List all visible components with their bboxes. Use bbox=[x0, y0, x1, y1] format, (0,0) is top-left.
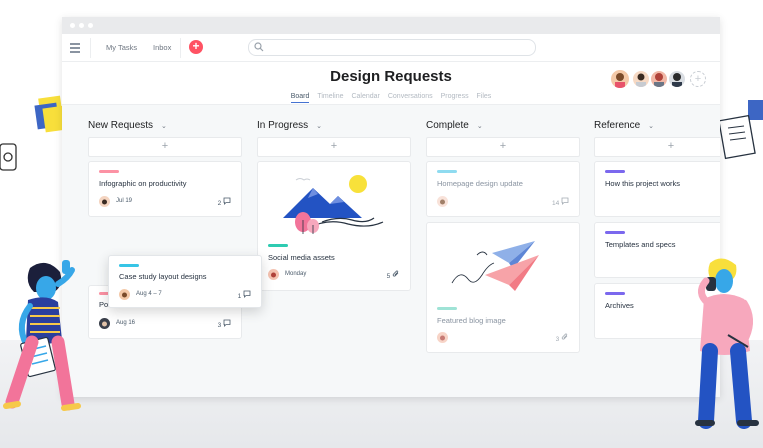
nav-inbox[interactable]: Inbox bbox=[153, 43, 171, 52]
task-card[interactable]: How this project works bbox=[594, 161, 720, 217]
clipboard-decoration bbox=[718, 100, 763, 160]
comment-icon bbox=[223, 197, 231, 205]
comment-count: 3 bbox=[218, 319, 231, 329]
tab-progress[interactable]: Progress bbox=[441, 93, 469, 102]
tab-conversations[interactable]: Conversations bbox=[388, 93, 433, 102]
due-date: Monday bbox=[285, 271, 307, 277]
column-title: New Requests bbox=[88, 120, 154, 131]
window-dot bbox=[88, 23, 93, 28]
task-title: Social media assets bbox=[268, 253, 335, 262]
hamburger-icon[interactable] bbox=[70, 43, 80, 55]
chevron-down-icon[interactable]: ⌄ bbox=[648, 123, 654, 130]
task-title: Featured blog image bbox=[437, 316, 506, 325]
attachment-count: 3 bbox=[556, 333, 569, 343]
nav-divider bbox=[180, 38, 181, 58]
due-date: Aug 16 bbox=[116, 320, 136, 326]
window-dot bbox=[79, 23, 84, 28]
avatar bbox=[268, 269, 279, 280]
project-header: Design Requests Board Timeline Calendar … bbox=[62, 62, 720, 105]
add-member-button[interactable]: + bbox=[690, 71, 706, 87]
add-button[interactable]: + bbox=[189, 40, 203, 54]
task-card[interactable]: Infographic on productivity Jul 19 2 bbox=[88, 161, 242, 217]
add-task-button[interactable]: + bbox=[88, 137, 242, 157]
comment-icon bbox=[223, 319, 231, 327]
tab-board[interactable]: Board bbox=[290, 93, 310, 103]
tab-calendar[interactable]: Calendar bbox=[351, 93, 379, 102]
tag-color bbox=[119, 264, 139, 267]
avatar bbox=[99, 196, 110, 207]
comment-icon bbox=[561, 197, 569, 205]
add-task-button[interactable]: + bbox=[594, 137, 720, 157]
sticky-note-decoration bbox=[0, 95, 64, 171]
column-title: Reference bbox=[594, 120, 641, 131]
avatar[interactable] bbox=[632, 70, 650, 88]
person-illustration bbox=[695, 258, 759, 429]
due-date: Aug 4 – 7 bbox=[136, 291, 162, 297]
comment-count: 14 bbox=[552, 197, 569, 207]
due-date: Jul 19 bbox=[116, 198, 133, 204]
comment-count: 1 bbox=[238, 290, 251, 300]
avatar[interactable] bbox=[668, 70, 686, 88]
mountain-illustration bbox=[283, 175, 384, 234]
column-title: Complete bbox=[426, 120, 469, 131]
task-card[interactable]: Featured blog image 3 bbox=[426, 222, 580, 353]
count-value: 5 bbox=[386, 273, 391, 280]
column-in-progress[interactable]: In Progress ⌄ bbox=[257, 120, 322, 131]
task-title: Case study layout designs bbox=[119, 272, 207, 281]
comment-icon bbox=[243, 290, 251, 298]
tab-timeline[interactable]: Timeline bbox=[317, 93, 343, 102]
dragging-task-card[interactable]: Case study layout designs Aug 4 – 7 1 bbox=[108, 255, 262, 308]
task-card[interactable]: Social media assets Monday 5 bbox=[257, 161, 411, 291]
nav-my-tasks[interactable]: My Tasks bbox=[106, 43, 137, 52]
column-title: In Progress bbox=[257, 120, 309, 131]
top-nav: My Tasks Inbox + bbox=[62, 34, 720, 62]
column-complete[interactable]: Complete ⌄ bbox=[426, 120, 483, 131]
search-icon bbox=[254, 42, 264, 52]
task-title: Homepage design update bbox=[437, 179, 523, 188]
count-value: 14 bbox=[551, 200, 560, 207]
chevron-down-icon[interactable]: ⌄ bbox=[477, 123, 483, 130]
task-title: Templates and specs bbox=[605, 240, 676, 249]
app-window: My Tasks Inbox + Design Requests Board T… bbox=[62, 17, 720, 397]
tag-color bbox=[605, 231, 625, 234]
count-value: 3 bbox=[555, 336, 560, 343]
tag-color bbox=[437, 307, 457, 310]
column-new-requests[interactable]: New Requests ⌄ bbox=[88, 120, 167, 131]
tag-color bbox=[605, 170, 625, 173]
chevron-down-icon[interactable]: ⌄ bbox=[316, 123, 322, 130]
add-task-button[interactable]: + bbox=[426, 137, 580, 157]
count-value: 2 bbox=[217, 200, 222, 207]
attachment-icon bbox=[561, 333, 568, 340]
nav-divider bbox=[90, 38, 91, 58]
task-title: Infographic on productivity bbox=[99, 179, 187, 188]
avatar bbox=[437, 196, 448, 207]
tag-color bbox=[268, 244, 288, 247]
task-card[interactable]: Homepage design update 14 bbox=[426, 161, 580, 217]
attachment-icon bbox=[392, 270, 399, 277]
avatar[interactable] bbox=[610, 69, 630, 89]
comment-count: 2 bbox=[218, 197, 231, 207]
tab-files[interactable]: Files bbox=[477, 93, 492, 102]
avatar bbox=[437, 332, 448, 343]
tag-color bbox=[99, 170, 119, 173]
task-title: Archives bbox=[605, 301, 634, 310]
paper-planes-illustration bbox=[451, 241, 539, 291]
column-reference[interactable]: Reference ⌄ bbox=[594, 120, 654, 131]
add-task-button[interactable]: + bbox=[257, 137, 411, 157]
window-dot bbox=[70, 23, 75, 28]
tag-color bbox=[437, 170, 457, 173]
task-title: How this project works bbox=[605, 179, 681, 188]
person-illustration bbox=[3, 260, 81, 411]
chevron-down-icon[interactable]: ⌄ bbox=[161, 123, 167, 130]
project-tabs: Board Timeline Calendar Conversations Pr… bbox=[62, 93, 720, 103]
search-input[interactable] bbox=[248, 39, 536, 56]
avatar bbox=[119, 289, 130, 300]
attachment-count: 5 bbox=[387, 270, 400, 280]
window-titlebar bbox=[62, 17, 720, 34]
count-value: 1 bbox=[237, 293, 242, 300]
avatar[interactable] bbox=[650, 70, 668, 88]
tag-color bbox=[605, 292, 625, 295]
count-value: 3 bbox=[217, 322, 222, 329]
